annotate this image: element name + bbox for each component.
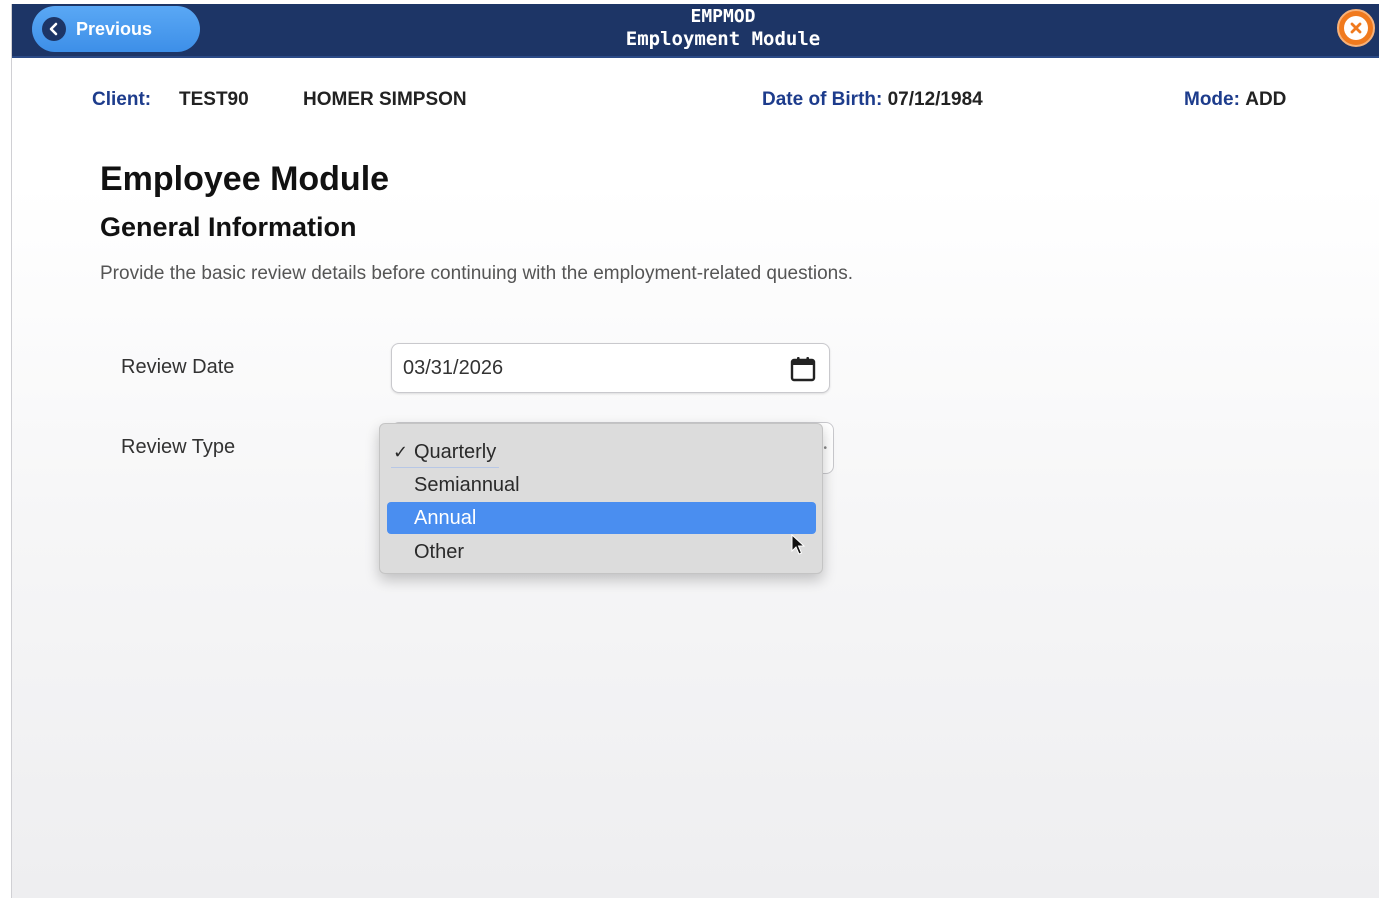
client-name-wrap: HOMER SIMPSON bbox=[303, 89, 467, 111]
app-window: Previous EMPMOD Employment Module Client… bbox=[12, 4, 1379, 898]
review-date-input[interactable]: 03/31/2026 bbox=[391, 343, 830, 393]
checkmark-icon: ✓ bbox=[393, 442, 409, 462]
selected-underline bbox=[391, 467, 499, 468]
select-arrow-icon: • bbox=[823, 443, 827, 454]
chevron-left-icon bbox=[42, 17, 66, 41]
dob-info: Date of Birth: 07/12/1984 bbox=[762, 89, 983, 111]
review-type-label: Review Type bbox=[121, 436, 236, 458]
option-label: Annual bbox=[414, 507, 477, 529]
client-label: Client: bbox=[92, 89, 152, 110]
mode-value: ADD bbox=[1245, 89, 1287, 110]
close-icon bbox=[1344, 16, 1368, 40]
mouse-pointer-icon bbox=[791, 534, 806, 555]
previous-button-label: Previous bbox=[76, 18, 153, 39]
page-title: Employee Module bbox=[100, 160, 390, 198]
mode-label: Mode: bbox=[1184, 89, 1240, 110]
option-other[interactable]: Other bbox=[387, 536, 816, 568]
option-label: Semiannual bbox=[414, 474, 520, 496]
section-title: General Information bbox=[100, 212, 357, 242]
mode-info: Mode: ADD bbox=[1184, 89, 1286, 111]
option-annual[interactable]: Annual bbox=[387, 502, 816, 534]
option-label: Quarterly bbox=[414, 441, 497, 463]
module-name: Employment Module bbox=[625, 28, 821, 50]
review-type-dropdown: ✓ Quarterly Semiannual Annual Other bbox=[379, 423, 823, 574]
option-semiannual[interactable]: Semiannual bbox=[387, 469, 816, 501]
module-title: EMPMOD Employment Module bbox=[12, 6, 1379, 50]
section-description: Provide the basic review details before … bbox=[100, 263, 854, 284]
review-date-label: Review Date bbox=[121, 356, 235, 378]
module-code: EMPMOD bbox=[690, 6, 756, 27]
dob-label: Date of Birth: bbox=[762, 89, 883, 110]
dob-value: 07/12/1984 bbox=[887, 89, 983, 110]
client-id: TEST90 bbox=[179, 89, 249, 110]
option-quarterly[interactable]: ✓ Quarterly bbox=[387, 436, 816, 468]
client-id-wrap: TEST90 bbox=[179, 89, 249, 111]
close-button[interactable] bbox=[1337, 9, 1375, 47]
top-bar: Previous EMPMOD Employment Module bbox=[12, 4, 1379, 58]
option-label: Other bbox=[414, 541, 465, 563]
client-info: Client: bbox=[92, 89, 151, 111]
previous-button[interactable]: Previous bbox=[32, 6, 200, 52]
client-name: HOMER SIMPSON bbox=[303, 89, 467, 110]
calendar-icon[interactable] bbox=[789, 355, 817, 383]
review-date-value: 03/31/2026 bbox=[403, 356, 504, 379]
